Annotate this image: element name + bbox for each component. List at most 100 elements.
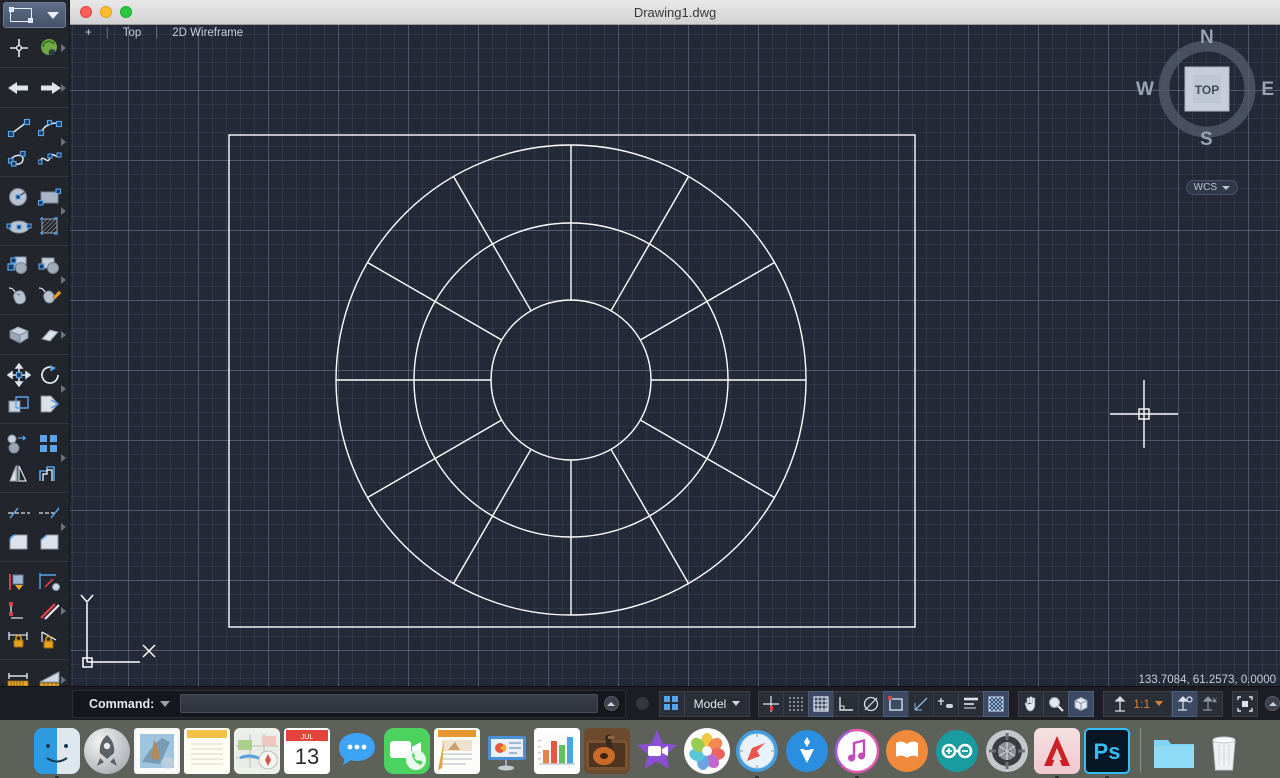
command-input[interactable] — [180, 694, 598, 713]
object-snap-tracking-icon[interactable] — [908, 690, 935, 717]
block-tool[interactable] — [6, 253, 33, 278]
dock-item-facetime[interactable] — [383, 728, 430, 774]
annotation-visibility-icon[interactable] — [1172, 690, 1198, 717]
dock-item-photoshop[interactable]: Ps — [1083, 728, 1130, 778]
recover-tool[interactable] — [36, 35, 63, 60]
dock-item-system-preferences[interactable] — [984, 728, 1030, 774]
lock-horizontal-tool[interactable] — [6, 627, 33, 652]
fillet-tool[interactable] — [6, 529, 33, 554]
viewport-plus-control[interactable]: + — [78, 27, 99, 39]
dock-item-photos[interactable] — [683, 728, 730, 774]
annotation-scale-control[interactable]: 1:1 — [1103, 690, 1172, 717]
offset-tool[interactable] — [36, 460, 63, 485]
ellipse-tool[interactable] — [6, 213, 33, 238]
polar-tracking-icon[interactable] — [858, 690, 885, 717]
pan-icon[interactable] — [1018, 690, 1045, 717]
view-cube-north[interactable]: N — [1200, 27, 1214, 49]
parallel-constraint-tool[interactable] — [36, 598, 63, 623]
viewport-visual-style-control[interactable]: 2D Wireframe — [165, 27, 250, 39]
customization-icon[interactable] — [1265, 696, 1280, 711]
dock-item-maps[interactable] — [233, 728, 280, 774]
view-cube-west[interactable]: W — [1136, 79, 1154, 101]
3d-box-tool[interactable] — [6, 322, 33, 347]
mouse-tool[interactable] — [6, 282, 33, 307]
toolbar-group-constraints — [0, 562, 69, 660]
dock-item-launchpad[interactable] — [83, 728, 130, 774]
dock-item-autocad[interactable] — [1033, 728, 1080, 778]
scale-tool[interactable] — [6, 391, 33, 416]
view-cube-south[interactable]: S — [1200, 129, 1213, 151]
eraser-tool[interactable] — [36, 322, 63, 347]
dock-item-downloads-folder[interactable] — [1151, 728, 1197, 774]
dock-item-finder[interactable] — [33, 728, 80, 778]
grid-mode-icon[interactable] — [808, 690, 835, 717]
mirror-tool[interactable] — [6, 460, 33, 485]
rotate-tool[interactable] — [36, 362, 63, 387]
line-tool[interactable] — [6, 115, 33, 140]
viewport-view-control[interactable]: Top — [116, 27, 149, 39]
extend-tool[interactable] — [36, 500, 63, 525]
spline-tool[interactable] — [36, 144, 63, 169]
dock-item-itunes[interactable] — [834, 728, 880, 778]
array-tool[interactable] — [36, 431, 63, 456]
polyline-tool[interactable] — [6, 144, 33, 169]
insert-block-tool[interactable] — [36, 253, 63, 278]
dock-item-pages[interactable] — [433, 728, 480, 774]
lock-angle-tool[interactable] — [36, 627, 63, 652]
zoom-icon[interactable] — [1043, 690, 1070, 717]
lineweight-icon[interactable] — [958, 690, 985, 717]
orbit-icon[interactable] — [1068, 690, 1095, 717]
snap-mode-icon[interactable] — [758, 690, 785, 717]
transparency-icon[interactable] — [983, 690, 1010, 717]
dock-item-messages[interactable] — [334, 728, 380, 774]
workspace-switch-icon[interactable] — [658, 690, 685, 717]
model-space-tab[interactable]: Model — [683, 690, 751, 717]
dock-item-garageband[interactable] — [583, 728, 630, 774]
toolbar-group-history — [0, 68, 69, 108]
chamfer-tool[interactable] — [36, 529, 63, 554]
copy-tool[interactable] — [6, 431, 33, 456]
command-line-area[interactable]: Command: — [72, 689, 626, 718]
ortho-mode-icon[interactable] — [833, 690, 860, 717]
circle-tool[interactable] — [6, 184, 33, 209]
command-expand-button[interactable] — [603, 696, 619, 711]
dock-item-trash[interactable] — [1201, 728, 1247, 774]
coincident-constraint-tool[interactable] — [6, 569, 33, 594]
dynamic-ucs-icon[interactable] — [933, 690, 960, 717]
edit-tool[interactable] — [36, 282, 63, 307]
view-cube-east[interactable]: E — [1261, 79, 1274, 101]
chevron-down-icon[interactable] — [160, 700, 171, 707]
dock-item-mail[interactable] — [133, 728, 180, 774]
dock-item-imovie[interactable] — [634, 728, 680, 774]
dock-item-ibooks[interactable] — [884, 728, 930, 774]
grid-display-icon[interactable] — [783, 690, 810, 717]
toolbar-header-rectangle-tool[interactable] — [3, 2, 66, 28]
hatch-tool[interactable] — [36, 213, 63, 238]
fullscreen-icon[interactable] — [1232, 690, 1258, 717]
dock-item-arduino[interactable] — [934, 728, 980, 774]
dock-item-safari[interactable] — [734, 728, 780, 778]
dock-item-numbers[interactable] — [533, 728, 580, 774]
chevron-down-icon[interactable] — [47, 11, 59, 19]
viewport-controls: + | Top | 2D Wireframe — [78, 27, 250, 39]
drawing-canvas[interactable]: + | Top | 2D Wireframe TOP N E S W WCS 1… — [70, 25, 1280, 686]
rectangle-tool[interactable] — [36, 184, 63, 209]
dock-item-keynote[interactable] — [484, 728, 530, 774]
view-cube[interactable]: TOP N E S W — [1136, 27, 1274, 151]
trim-tool[interactable] — [6, 500, 33, 525]
status-bar-controls: Model 1:1 — [635, 690, 1280, 717]
dimension-constraint-tool[interactable] — [36, 569, 63, 594]
redo-tool[interactable] — [36, 75, 63, 100]
dock-item-app-store[interactable] — [784, 728, 830, 774]
undo-tool[interactable] — [6, 75, 33, 100]
ucs-selector[interactable]: WCS — [1185, 180, 1238, 195]
vertical-constraint-tool[interactable] — [6, 598, 33, 623]
autoscale-icon[interactable] — [1197, 690, 1223, 717]
move-tool[interactable] — [6, 362, 33, 387]
arc-tool[interactable] — [36, 115, 63, 140]
dock-item-calendar[interactable]: JUL 13 — [283, 728, 330, 774]
object-snap-icon[interactable] — [883, 690, 910, 717]
dock-item-notes[interactable] — [183, 728, 230, 774]
point-tool[interactable] — [6, 35, 33, 60]
stretch-tool[interactable] — [36, 391, 63, 416]
